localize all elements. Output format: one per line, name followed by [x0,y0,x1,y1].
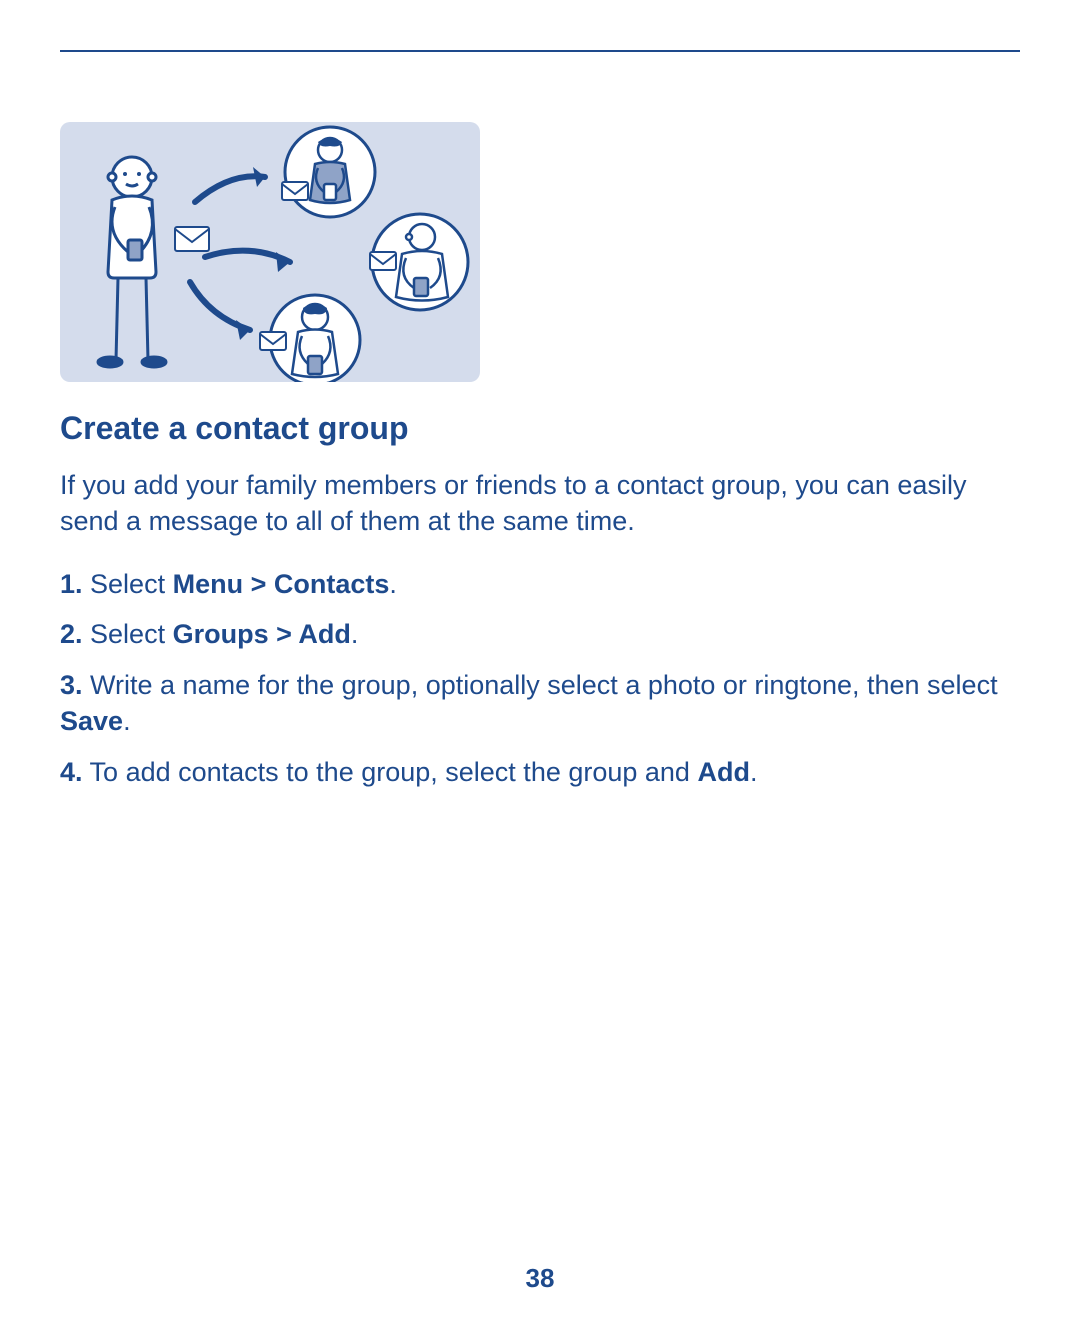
step-text-post: . [351,619,359,649]
intro-paragraph: If you add your family members or friend… [60,467,1020,540]
step-text-post: . [750,757,758,787]
step-1: 1. Select Menu > Contacts. [60,566,1020,602]
step-number: 3. [60,670,83,700]
step-number: 2. [60,619,83,649]
step-text-post: . [123,706,131,736]
step-bold: Add [697,757,749,787]
step-text-pre: To add contacts to the group, select the… [83,757,698,787]
step-bold: Groups > Add [173,619,351,649]
section-heading: Create a contact group [60,410,1020,447]
step-2: 2. Select Groups > Add. [60,616,1020,652]
step-text-pre: Select [83,619,173,649]
step-number: 4. [60,757,83,787]
step-number: 1. [60,569,83,599]
step-text-pre: Write a name for the group, optionally s… [83,670,998,700]
step-bold: Menu > Contacts [173,569,390,599]
step-text-pre: Select [83,569,173,599]
contact-group-illustration [60,122,480,382]
step-4: 4. To add contacts to the group, select … [60,754,1020,790]
step-3: 3. Write a name for the group, optionall… [60,667,1020,740]
step-bold: Save [60,706,123,736]
step-text-post: . [389,569,397,599]
page-number: 38 [0,1263,1080,1294]
top-divider [60,50,1020,52]
